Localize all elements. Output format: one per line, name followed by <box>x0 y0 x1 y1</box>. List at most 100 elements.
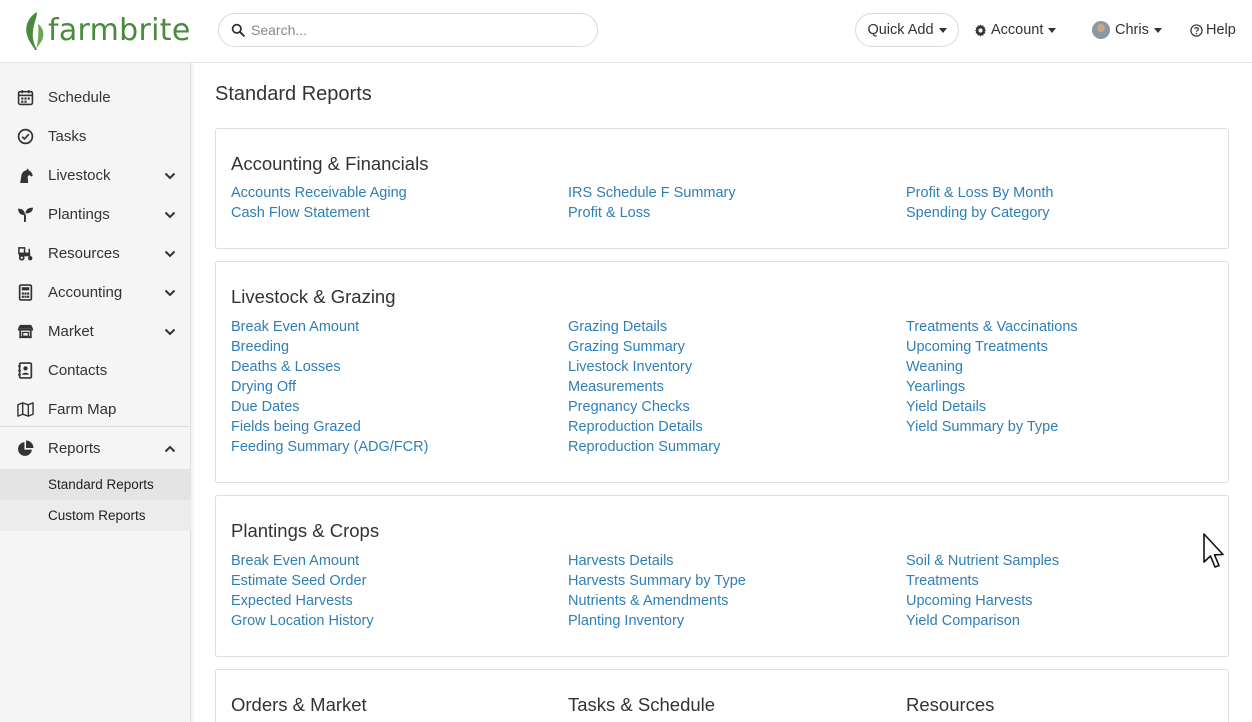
report-link[interactable]: Upcoming Harvests <box>906 591 1059 611</box>
report-link[interactable]: Treatments <box>906 571 1059 591</box>
chevron-down-icon <box>164 211 176 218</box>
report-link[interactable]: Grazing Summary <box>568 337 720 357</box>
search-icon <box>231 23 245 37</box>
report-link[interactable]: Weaning <box>906 357 1078 377</box>
sidebar-item-label: Schedule <box>48 89 111 106</box>
sidebar-item-label: Reports <box>48 440 101 457</box>
report-link[interactable]: Breeding <box>231 337 428 357</box>
report-link[interactable]: Harvests Summary by Type <box>568 571 746 591</box>
user-menu[interactable]: Chris <box>1092 20 1162 40</box>
gear-icon <box>974 23 987 37</box>
report-link[interactable]: Feeding Summary (ADG/FCR) <box>231 437 428 457</box>
report-section-plantings: Plantings & Crops Break Even Amount Esti… <box>215 495 1229 657</box>
sidebar-item-label: Accounting <box>48 284 123 301</box>
page-title: Standard Reports <box>215 83 372 105</box>
report-link[interactable]: Harvests Details <box>568 551 746 571</box>
report-section-accounting: Accounting & Financials Accounts Receiva… <box>215 128 1229 249</box>
report-link[interactable]: Drying Off <box>231 377 428 397</box>
report-link[interactable]: Break Even Amount <box>231 551 374 571</box>
sidebar-item-livestock[interactable]: Livestock <box>0 156 191 195</box>
search-box[interactable] <box>218 13 598 47</box>
report-column: Profit & Loss By Month Spending by Categ… <box>906 183 1053 223</box>
report-link[interactable]: Yield Summary by Type <box>906 417 1078 437</box>
report-link[interactable]: Grow Location History <box>231 611 374 631</box>
seedling-icon <box>17 207 33 222</box>
report-column: Break Even Amount Breeding Deaths & Loss… <box>231 317 428 457</box>
report-section-livestock: Livestock & Grazing Break Even Amount Br… <box>215 261 1229 483</box>
account-menu[interactable]: Account <box>974 20 1057 40</box>
sidebar-item-tasks[interactable]: Tasks <box>0 117 191 156</box>
report-link[interactable]: Yearlings <box>906 377 1078 397</box>
report-link[interactable]: IRS Schedule F Summary <box>568 183 736 203</box>
sidebar-subitem-standard-reports[interactable]: Standard Reports <box>0 469 191 500</box>
section-title-orders: Orders & Market <box>231 694 367 715</box>
chevron-down-icon <box>164 289 176 296</box>
report-link[interactable]: Yield Comparison <box>906 611 1059 631</box>
quick-add-label: Quick Add <box>867 22 934 38</box>
report-link[interactable]: Treatments & Vaccinations <box>906 317 1078 337</box>
report-link[interactable]: Cash Flow Statement <box>231 203 407 223</box>
report-link[interactable]: Break Even Amount <box>231 317 428 337</box>
report-link[interactable]: Fields being Grazed <box>231 417 428 437</box>
sidebar-subitem-label: Standard Reports <box>48 477 154 492</box>
horse-icon <box>19 168 33 183</box>
report-link[interactable]: Grazing Details <box>568 317 720 337</box>
report-link[interactable]: Livestock Inventory <box>568 357 720 377</box>
report-link[interactable]: Planting Inventory <box>568 611 746 631</box>
farmbrite-logo[interactable]: farmbrite <box>22 10 191 52</box>
sidebar-item-label: Farm Map <box>48 401 117 418</box>
caret-down-icon <box>1153 27 1162 33</box>
report-column: IRS Schedule F Summary Profit & Loss <box>568 183 736 223</box>
mouse-cursor-icon <box>1203 533 1224 568</box>
report-link[interactable]: Expected Harvests <box>231 591 374 611</box>
report-link[interactable]: Due Dates <box>231 397 428 417</box>
sidebar-item-contacts[interactable]: Contacts <box>0 351 191 390</box>
report-link[interactable]: Accounts Receivable Aging <box>231 183 407 203</box>
report-link[interactable]: Soil & Nutrient Samples <box>906 551 1059 571</box>
section-title-tasks: Tasks & Schedule <box>568 694 716 715</box>
help-label: Help <box>1206 22 1236 38</box>
sidebar-item-reports[interactable]: Reports <box>0 429 191 468</box>
report-link[interactable]: Measurements <box>568 377 720 397</box>
report-link[interactable]: Pregnancy Checks <box>568 397 720 417</box>
help-link[interactable]: Help <box>1190 20 1236 40</box>
report-link[interactable]: Reproduction Summary <box>568 437 720 457</box>
report-link[interactable]: Yield Details <box>906 397 1078 417</box>
sidebar-item-schedule[interactable]: Schedule <box>0 78 191 117</box>
search-input[interactable] <box>251 22 571 38</box>
report-column: Soil & Nutrient Samples Treatments Upcom… <box>906 551 1059 631</box>
sidebar-item-label: Resources <box>48 245 120 262</box>
sidebar-item-resources[interactable]: Resources <box>0 234 191 273</box>
section-title: Plantings & Crops <box>231 520 380 541</box>
check-circle-icon <box>17 128 33 145</box>
chevron-down-icon <box>164 172 176 179</box>
report-column: Treatments & Vaccinations Upcoming Treat… <box>906 317 1078 437</box>
report-link[interactable]: Spending by Category <box>906 203 1053 223</box>
report-link[interactable]: Nutrients & Amendments <box>568 591 746 611</box>
sidebar-item-plantings[interactable]: Plantings <box>0 195 191 234</box>
sidebar-item-label: Tasks <box>48 128 87 145</box>
report-link[interactable]: Profit & Loss <box>568 203 736 223</box>
caret-down-icon <box>938 27 947 33</box>
sidebar-item-accounting[interactable]: Accounting <box>0 273 191 312</box>
report-column: Grazing Details Grazing Summary Livestoc… <box>568 317 720 457</box>
sidebar-item-market[interactable]: Market <box>0 312 191 351</box>
report-link[interactable]: Profit & Loss By Month <box>906 183 1053 203</box>
sidebar-item-label: Livestock <box>48 167 111 184</box>
report-link[interactable]: Reproduction Details <box>568 417 720 437</box>
sidebar-item-label: Contacts <box>48 362 108 379</box>
sidebar-item-label: Plantings <box>48 206 110 223</box>
sidebar-subitem-custom-reports[interactable]: Custom Reports <box>0 500 191 531</box>
sidebar-divider <box>0 426 191 427</box>
report-column: Harvests Details Harvests Summary by Typ… <box>568 551 746 631</box>
quick-add-button[interactable]: Quick Add <box>855 13 959 47</box>
top-header: farmbrite Quick Add Account Chris Help <box>0 0 1252 63</box>
report-link[interactable]: Upcoming Treatments <box>906 337 1078 357</box>
report-link[interactable]: Deaths & Losses <box>231 357 428 377</box>
report-link[interactable]: Estimate Seed Order <box>231 571 374 591</box>
brand-name: farmbrite <box>48 13 191 48</box>
section-title: Livestock & Grazing <box>231 286 396 307</box>
sidebar: Schedule Tasks Livestock Plantings Resou… <box>0 63 191 722</box>
sidebar-item-farm-map[interactable]: Farm Map <box>0 390 191 429</box>
sidebar-subitem-label: Custom Reports <box>48 508 146 523</box>
